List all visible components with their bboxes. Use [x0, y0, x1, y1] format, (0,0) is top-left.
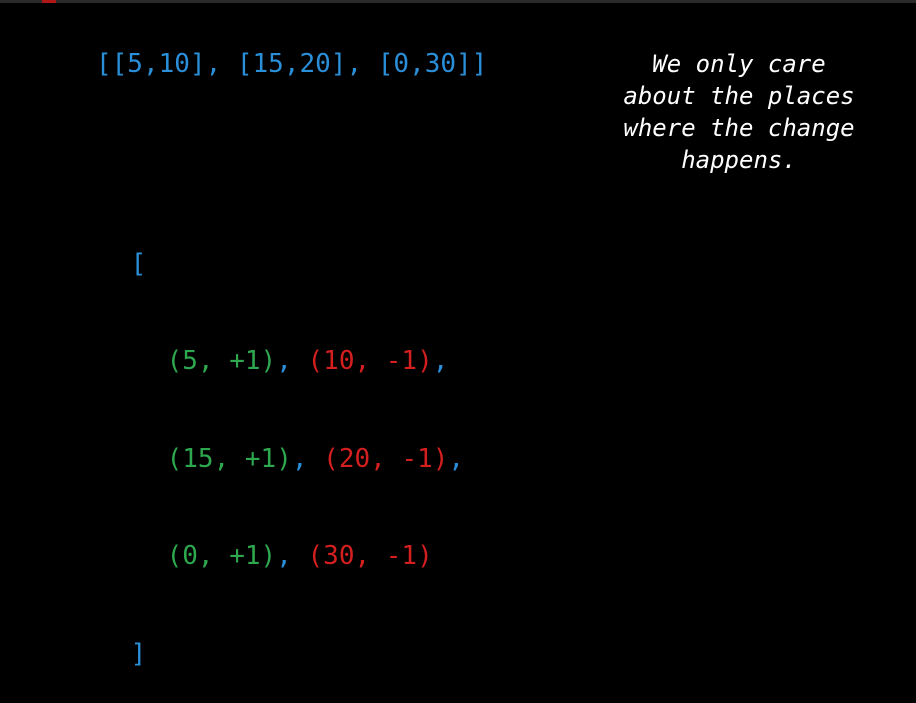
close-bracket-line: ] [68, 605, 464, 669]
explanation-note: We only care about the places where the … [606, 48, 872, 176]
trailing-comma: , [448, 443, 465, 474]
separator: , [276, 346, 308, 376]
start-event: (15, +1) [166, 443, 292, 474]
end-event: (10, -1) [307, 346, 433, 376]
events-code-block: [ (5, +1), (10, -1), (15, +1), (20, -1),… [68, 150, 464, 670]
event-row: (5, +1), (10, -1), [68, 313, 464, 376]
separator: , [276, 541, 308, 571]
start-event: (5, +1) [166, 346, 277, 376]
top-strip [0, 0, 916, 3]
progress-mark [42, 0, 56, 3]
note-line: where the change [623, 114, 855, 142]
open-bracket-line: [ [68, 215, 464, 279]
open-bracket: [ [130, 248, 147, 279]
end-event: (20, -1) [323, 443, 449, 474]
note-line: We only care [652, 50, 826, 78]
separator: , [291, 443, 324, 474]
trailing-comma: , [432, 346, 449, 376]
note-line: about the places [623, 82, 855, 110]
start-event: (0, +1) [166, 541, 277, 571]
event-row: (0, +1), (30, -1) [68, 508, 464, 571]
end-event: (30, -1) [307, 541, 433, 571]
note-line: happens. [681, 146, 797, 174]
close-bracket: ] [130, 638, 147, 669]
event-row: (15, +1), (20, -1), [68, 410, 464, 474]
intervals-list: [[5,10], [15,20], [0,30]] [96, 49, 488, 79]
